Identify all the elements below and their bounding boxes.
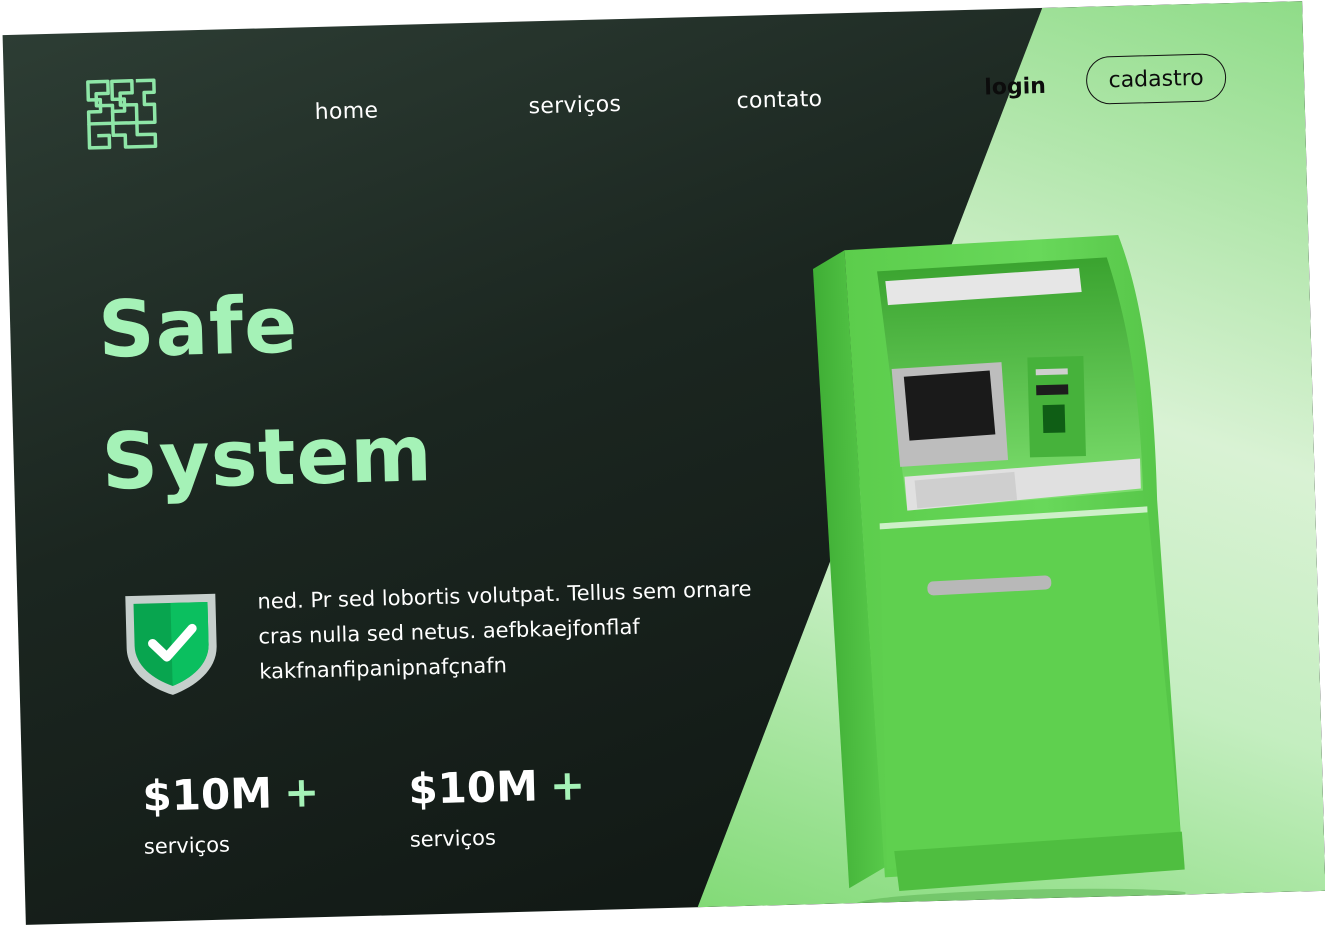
stat-label: serviços <box>409 825 497 852</box>
stat-value: $10M <box>141 768 273 821</box>
page: home serviços contato login cadastro Saf… <box>0 0 1325 939</box>
stat-plus: + <box>549 760 586 811</box>
login-link[interactable]: login <box>984 74 1046 101</box>
nav-contato-link[interactable]: contato <box>736 87 822 114</box>
hero-title: Safe System <box>97 256 435 529</box>
shield-check-icon <box>125 593 217 695</box>
hero-card: home serviços contato login cadastro Saf… <box>2 1 1325 925</box>
nav-home-link[interactable]: home <box>314 98 378 125</box>
stat-block-2: $10M + serviços <box>408 760 587 852</box>
ss-logo-icon[interactable] <box>84 76 160 152</box>
hero-description: ned. Pr sed lobortis volutpat. Tellus se… <box>257 576 752 684</box>
stat-block-1: $10M + serviços <box>142 767 321 859</box>
hero-title-line2: System <box>100 409 434 508</box>
cadastro-button[interactable]: cadastro <box>1085 53 1227 105</box>
stat-label: serviços <box>143 832 231 859</box>
stat-value: $10M <box>407 761 539 814</box>
atm-machine-image <box>812 235 1186 911</box>
nav-servicos-link[interactable]: serviços <box>528 92 621 119</box>
stat-plus: + <box>283 767 320 818</box>
hero-title-line1: Safe <box>97 280 300 376</box>
